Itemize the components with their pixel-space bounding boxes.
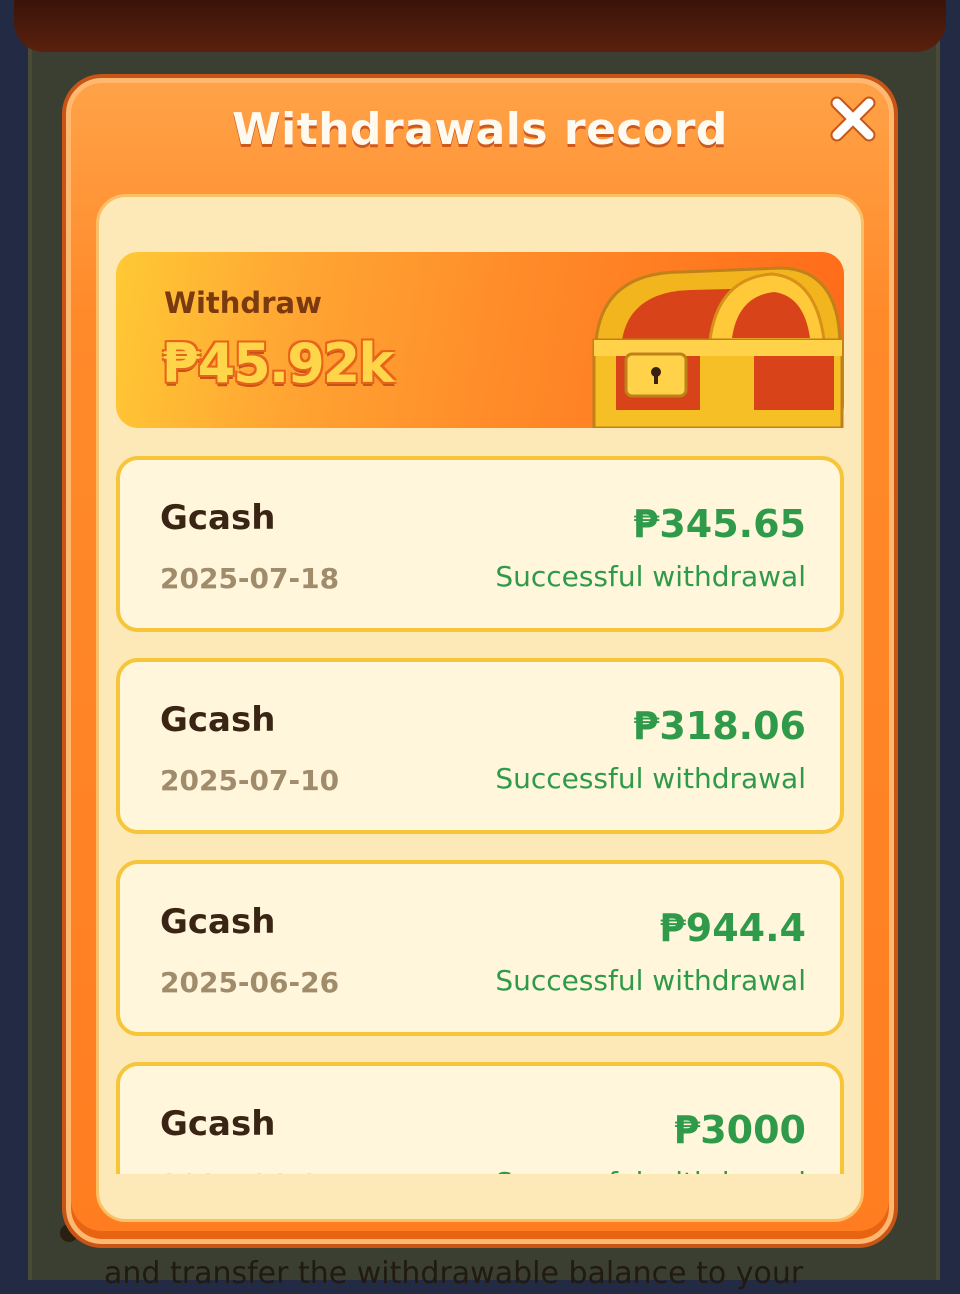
records-list[interactable]: Gcash 2025-07-18 ₱345.65 Successful with… (96, 440, 864, 1174)
record-status: Successful withdrawal (495, 1166, 806, 1174)
record-status: Successful withdrawal (495, 762, 806, 795)
record-amount: ₱3000 (673, 1108, 806, 1152)
withdraw-summary-amount: ₱45.92k (162, 332, 394, 395)
record-method: Gcash (160, 902, 276, 942)
background-top-bar (14, 0, 946, 52)
record-card: Gcash 2025-06-26 ₱944.4 Successful withd… (116, 860, 844, 1036)
record-status: Successful withdrawal (495, 560, 806, 593)
record-card: Gcash 2025-07-10 ₱318.06 Successful with… (116, 658, 844, 834)
record-date: 2025-07-10 (160, 764, 340, 797)
record-date: 2025-07-18 (160, 562, 340, 595)
record-status: Successful withdrawal (495, 964, 806, 997)
record-card: Gcash 2025-07-18 ₱345.65 Successful with… (116, 456, 844, 632)
record-card: Gcash 2025-06-25 ₱3000 Successful withdr… (116, 1062, 844, 1174)
treasure-chest-icon (592, 266, 844, 428)
dialog-title: Withdrawals record (232, 104, 728, 155)
record-amount: ₱318.06 (632, 704, 806, 748)
record-method: Gcash (160, 700, 276, 740)
record-date: 2025-06-25 (160, 1168, 339, 1174)
record-method: Gcash (160, 1104, 276, 1144)
record-date: 2025-06-26 (160, 966, 340, 999)
close-button[interactable] (828, 94, 878, 144)
record-amount: ₱944.4 (659, 906, 806, 950)
record-method: Gcash (160, 498, 276, 538)
background-footer-text: and transfer the withdrawable balance to… (104, 1256, 804, 1291)
close-icon (830, 96, 876, 142)
withdraw-summary-label: Withdraw (164, 286, 322, 320)
record-amount: ₱345.65 (632, 502, 806, 546)
